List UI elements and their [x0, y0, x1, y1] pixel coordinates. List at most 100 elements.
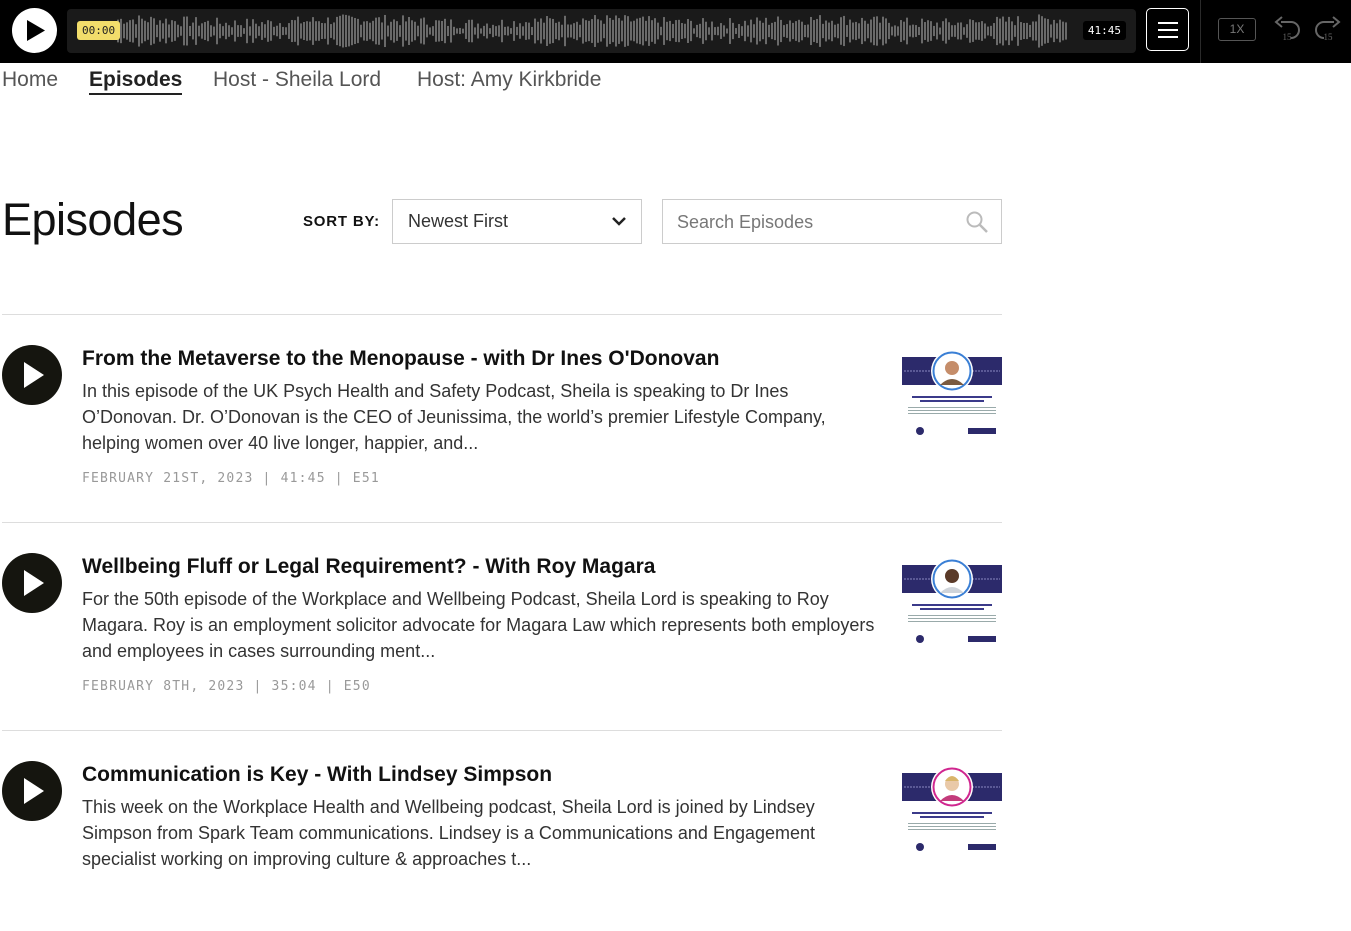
nav-host-amy-kirkbride[interactable]: Host: Amy Kirkbride	[417, 68, 601, 92]
waveform-bar	[204, 22, 206, 40]
waveform-bar	[612, 19, 614, 43]
waveform-bar	[549, 18, 551, 44]
waveform-bar	[417, 25, 419, 37]
waveform-bar	[396, 21, 398, 41]
waveform-bar	[162, 23, 164, 39]
waveform-bar	[378, 17, 380, 45]
waveform-bar	[840, 17, 842, 45]
waveform-bar	[651, 20, 653, 42]
episode-artwork[interactable]	[902, 349, 1002, 441]
waveform-bar	[582, 18, 584, 44]
waveform-bar	[999, 18, 1001, 44]
waveform-bar	[528, 22, 530, 40]
waveform-bar	[306, 21, 308, 41]
waveform-bar	[294, 20, 296, 42]
sort-dropdown[interactable]: Newest First	[392, 199, 642, 244]
waveform-bar	[318, 21, 320, 41]
current-time: 00:00	[77, 21, 121, 40]
waveform-bar	[855, 21, 857, 41]
nav-episodes[interactable]: Episodes	[89, 68, 183, 95]
episode-artwork[interactable]	[902, 765, 1002, 857]
waveform-bar	[975, 22, 977, 40]
episode-play-button[interactable]	[2, 345, 62, 405]
waveform-bar	[903, 21, 905, 41]
waveform-bar	[324, 23, 326, 39]
waveform-bar	[633, 20, 635, 42]
skip-forward-button[interactable]: 15	[1313, 16, 1343, 46]
waveform-bar	[714, 27, 716, 35]
waveform-bar	[1029, 24, 1031, 38]
waveform-bar	[603, 23, 605, 39]
waveform-bar	[558, 21, 560, 41]
waveform-bar	[852, 22, 854, 40]
waveform-bar	[540, 18, 542, 44]
episode-title[interactable]: Wellbeing Fluff or Legal Requirement? - …	[82, 555, 655, 579]
skip-back-button[interactable]: 15	[1272, 16, 1302, 46]
waveform-bar	[771, 22, 773, 40]
waveform-bar	[1047, 19, 1049, 43]
episode-play-button[interactable]	[2, 761, 62, 821]
playback-speed-button[interactable]: 1X	[1218, 18, 1256, 41]
podcast-cover-image	[902, 350, 1002, 435]
waveform-bar	[177, 24, 179, 38]
waveform-bar	[966, 24, 968, 38]
waveform-bar	[666, 21, 668, 41]
search-icon[interactable]	[966, 211, 988, 233]
waveform-bar	[366, 21, 368, 41]
waveform-bar	[156, 24, 158, 38]
episode-play-button[interactable]	[2, 553, 62, 613]
podcast-cover-image	[902, 558, 1002, 643]
episode-title[interactable]: From the Metaverse to the Menopause - wi…	[82, 347, 719, 371]
waveform-bar	[684, 23, 686, 39]
waveform-bar	[219, 23, 221, 39]
waveform-bar	[564, 15, 566, 47]
player-play-button[interactable]	[12, 8, 57, 53]
waveform-bar	[699, 23, 701, 39]
waveform-bar	[171, 20, 173, 42]
waveform-bar	[822, 23, 824, 39]
waveform-bar	[495, 26, 497, 36]
waveform-bar	[468, 19, 470, 43]
waveform-bar	[273, 26, 275, 36]
search-input[interactable]	[677, 208, 957, 236]
waveform-bar	[189, 25, 191, 37]
waveform-bar	[252, 19, 254, 43]
waveform-bar	[981, 21, 983, 41]
waveform-bar	[519, 23, 521, 39]
waveform-bar	[657, 22, 659, 40]
chevron-down-icon	[612, 217, 626, 226]
waveform-bar	[462, 28, 464, 34]
waveform-bar	[972, 20, 974, 42]
waveform-bar	[810, 16, 812, 46]
waveform-graphic	[117, 14, 1067, 48]
waveform-bar	[1065, 22, 1067, 40]
waveform-bar	[138, 15, 140, 47]
waveform-bar	[606, 15, 608, 47]
episode-item: Communication is Key - With Lindsey Simp…	[0, 731, 1002, 931]
episode-title[interactable]: Communication is Key - With Lindsey Simp…	[82, 763, 552, 787]
waveform-bar	[201, 23, 203, 39]
waveform-bar	[312, 17, 314, 45]
waveform-bar	[615, 15, 617, 47]
waveform-bar	[207, 20, 209, 42]
waveform-bar	[696, 24, 698, 38]
waveform-bar	[765, 17, 767, 45]
waveform-bar	[588, 20, 590, 42]
waveform-bar	[336, 16, 338, 46]
waveform-bar	[555, 22, 557, 40]
waveform-bar	[951, 25, 953, 37]
episode-artwork[interactable]	[902, 557, 1002, 649]
waveform-bar	[192, 22, 194, 40]
waveform-bar	[639, 17, 641, 45]
waveform-bar	[1038, 14, 1040, 48]
player-divider	[1200, 0, 1201, 63]
menu-button[interactable]	[1146, 8, 1189, 51]
waveform-bar	[492, 24, 494, 38]
waveform-bar	[930, 21, 932, 41]
waveform-bar	[447, 25, 449, 37]
waveform-bar	[267, 20, 269, 42]
nav-home[interactable]: Home	[2, 68, 58, 92]
waveform-scrubber[interactable]: 00:00 41:45	[67, 9, 1136, 53]
waveform-bar	[1032, 21, 1034, 41]
nav-host-sheila-lord[interactable]: Host - Sheila Lord	[213, 68, 381, 92]
